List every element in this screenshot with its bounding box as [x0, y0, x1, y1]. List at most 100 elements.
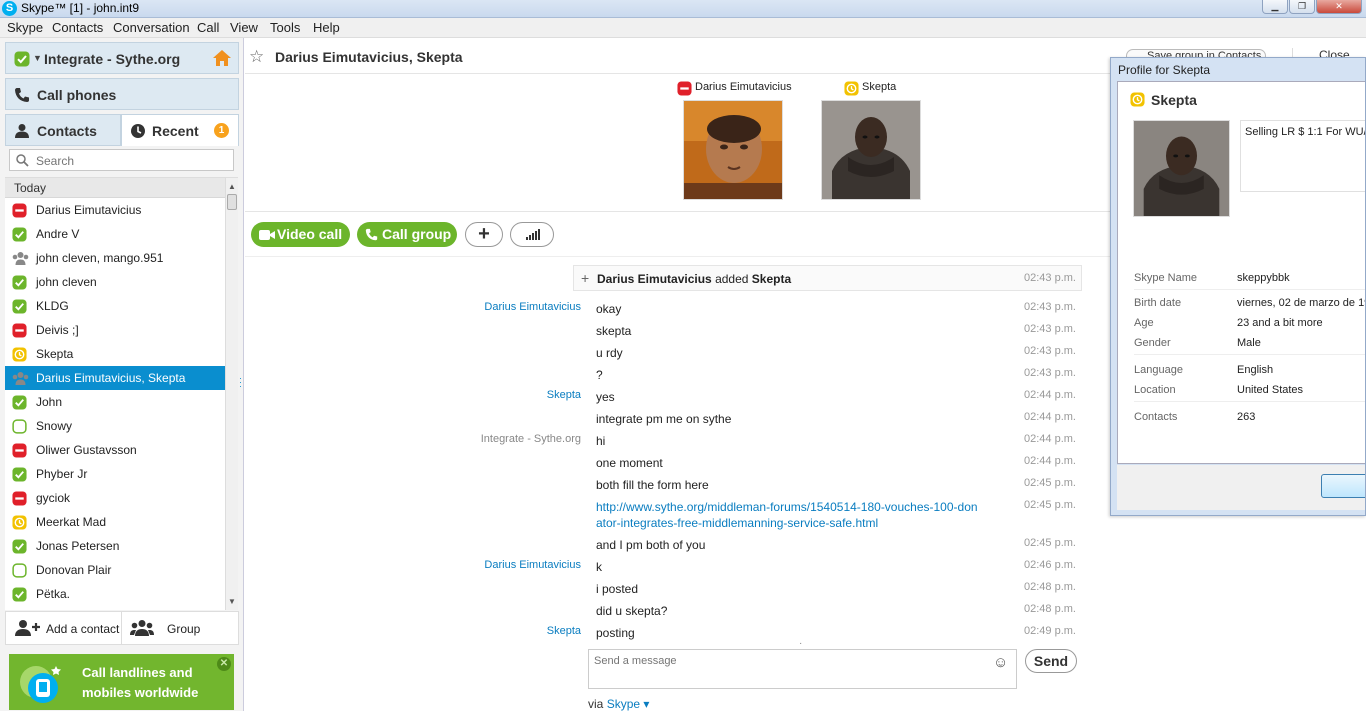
list-item[interactable]: Phyber Jr	[5, 462, 225, 486]
promo-banner[interactable]: Call landlines and mobiles worldwide ✕	[9, 654, 234, 710]
panel-splitter[interactable]: · · ·	[239, 374, 243, 391]
left-panel: ▼ Integrate - Sythe.org Call phones Cont…	[0, 38, 244, 711]
profile-field-key: Contacts	[1134, 411, 1178, 423]
phone-call-promo-icon	[14, 664, 64, 704]
list-item[interactable]: Donovan Plair	[5, 558, 225, 582]
menu-call[interactable]: Call	[197, 20, 219, 35]
call-group-button[interactable]: Call group	[357, 222, 457, 247]
add-people-button[interactable]: +	[465, 222, 503, 247]
message-sender[interactable]: Skepta	[547, 389, 581, 401]
menu-skype[interactable]: Skype	[7, 20, 43, 35]
profile-field: Birth date viernes, 02 de marzo de 19	[1134, 295, 1365, 315]
tab-contacts[interactable]: Contacts	[5, 114, 121, 146]
group-label: Group	[167, 622, 201, 636]
online-status-icon	[12, 587, 27, 605]
title-bar: S Skype™ [1] - john.int9 ▁ ❐ ✕	[0, 0, 1366, 18]
menu-contacts[interactable]: Contacts	[52, 20, 103, 35]
message-text: okay	[596, 302, 622, 316]
close-window-button[interactable]: ✕	[1316, 0, 1362, 14]
message-sender[interactable]: Skepta	[547, 625, 581, 637]
list-item[interactable]: john cleven, mango.951	[5, 246, 225, 270]
message-text: ?	[596, 368, 603, 382]
list-item[interactable]: Skepta	[5, 342, 225, 366]
menu-tools[interactable]: Tools	[270, 20, 300, 35]
list-item[interactable]: Snowy	[5, 414, 225, 438]
contact-name: Darius Eimutavicius	[36, 203, 142, 217]
send-button[interactable]: Send	[1025, 649, 1077, 673]
profile-field-value: Male	[1237, 337, 1261, 349]
tab-recent[interactable]: Recent 1	[121, 114, 239, 146]
search-input[interactable]	[36, 153, 226, 168]
scroll-thumb[interactable]	[227, 194, 237, 210]
list-item[interactable]: KLDG	[5, 294, 225, 318]
contact-name: Deivis ;]	[36, 323, 79, 337]
profile-ok-button[interactable]	[1321, 474, 1365, 498]
message-time: 02:48 p.m.	[1024, 603, 1076, 615]
phone-icon	[14, 87, 30, 103]
scroll-down-icon[interactable]: ▼	[228, 597, 236, 606]
message-time: 02:43 p.m.	[1024, 323, 1076, 335]
call-phones-button[interactable]: Call phones	[5, 78, 239, 110]
message-time: 02:44 p.m.	[1024, 389, 1076, 401]
list-item[interactable]: Pëtka.	[5, 582, 225, 606]
online-status-icon	[12, 395, 27, 413]
maximize-button[interactable]: ❐	[1289, 0, 1315, 14]
profile-field: Age 23 and a bit more	[1134, 315, 1365, 335]
resize-handle[interactable]: ·	[799, 638, 802, 649]
chat-message: and I pm both of you 02:45 p.m.	[245, 533, 1349, 555]
compose-area: · ☺ Send via Skype ▾	[245, 638, 1366, 711]
profile-field-key: Location	[1134, 384, 1176, 396]
list-item[interactable]: gyciok	[5, 486, 225, 510]
list-item[interactable]: Meerkat Mad	[5, 510, 225, 534]
window-title: Skype™ [1] - john.int9	[21, 1, 140, 15]
minimize-button[interactable]: ▁	[1262, 0, 1288, 14]
close-promo-icon[interactable]: ✕	[217, 657, 231, 671]
message-input[interactable]	[588, 649, 1017, 689]
profile-name: Integrate - Sythe.org	[44, 51, 181, 67]
menu-help[interactable]: Help	[313, 20, 340, 35]
video-call-button[interactable]: Video call	[251, 222, 350, 247]
list-item[interactable]: John	[5, 390, 225, 414]
contact-list-scrollbar[interactable]: ▲ ▼	[225, 178, 238, 610]
profile-field-key: Age	[1134, 317, 1154, 329]
message-time: 02:45 p.m.	[1024, 499, 1076, 511]
menu-view[interactable]: View	[230, 20, 258, 35]
list-item[interactable]: Deivis ;]	[5, 318, 225, 342]
add-contact-button[interactable]: Add a contact	[6, 612, 122, 644]
menu-conversation[interactable]: Conversation	[113, 20, 190, 35]
send-via[interactable]: via Skype ▾	[588, 697, 649, 711]
emoticon-icon[interactable]: ☺	[993, 654, 1008, 671]
list-item[interactable]: Andre V	[5, 222, 225, 246]
home-icon[interactable]	[212, 49, 232, 67]
contact-name: john cleven	[36, 275, 97, 289]
group-button[interactable]: Group	[122, 612, 238, 644]
star-icon[interactable]: ☆	[249, 47, 264, 67]
message-sender[interactable]: Darius Eimutavicius	[484, 559, 581, 571]
call-quality-button[interactable]	[510, 222, 554, 247]
list-item[interactable]: Oliwer Gustavsson	[5, 438, 225, 462]
system-message: + Darius Eimutavicius added Skepta 02:43…	[573, 265, 1082, 291]
contact-name: Jonas Petersen	[36, 539, 120, 553]
conversation-header: ☆ Darius Eimutavicius, Skepta	[245, 42, 1110, 74]
contact-name: Andre V	[36, 227, 80, 241]
contact-name: john cleven, mango.951	[36, 251, 164, 265]
participant-avatar	[683, 100, 783, 200]
message-sender[interactable]: Darius Eimutavicius	[484, 301, 581, 313]
list-item[interactable]: Jonas Petersen	[5, 534, 225, 558]
profile-field-value: United States	[1237, 384, 1304, 396]
message-link[interactable]: http://www.sythe.org/middleman-forums/15…	[596, 499, 981, 531]
online-status-icon	[12, 227, 27, 245]
list-item[interactable]: Darius Eimutavicius, Skepta	[5, 366, 225, 390]
profile-status-button[interactable]: ▼ Integrate - Sythe.org	[5, 42, 239, 74]
profile-field-key: Skype Name	[1134, 272, 1197, 284]
scroll-up-icon[interactable]: ▲	[228, 182, 236, 191]
list-item[interactable]: Darius Eimutavicius	[5, 198, 225, 222]
chevron-down-icon: ▼	[33, 53, 42, 63]
group-icon	[12, 251, 29, 269]
list-item[interactable]: john cleven	[5, 270, 225, 294]
profile-window-title: Profile for Skepta	[1118, 63, 1211, 77]
message-text: posting	[596, 626, 635, 640]
contact-tabs: Contacts Recent 1	[5, 114, 239, 146]
message-sender[interactable]: Integrate - Sythe.org	[481, 433, 581, 445]
unread-badge: 1	[214, 123, 229, 138]
